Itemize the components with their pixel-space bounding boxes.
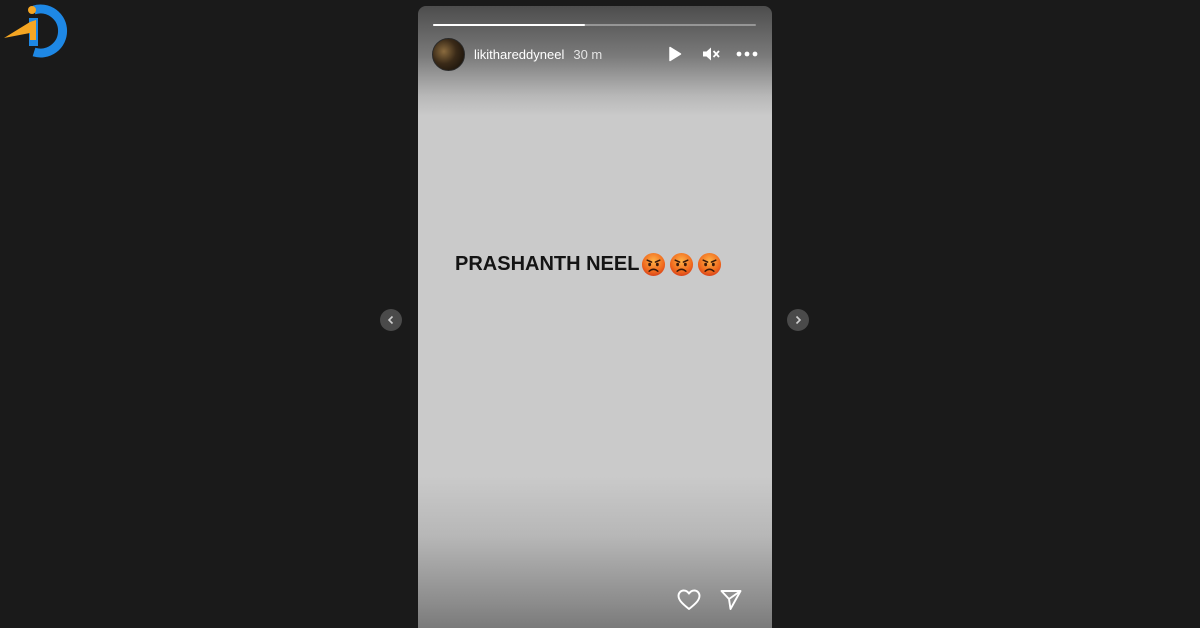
- like-button[interactable]: [676, 587, 702, 613]
- more-options-icon: [736, 51, 758, 57]
- story-footer: [676, 587, 744, 613]
- chevron-right-icon: [795, 315, 802, 325]
- chevron-left-icon: [387, 315, 394, 325]
- story-caption: PRASHANTH NEEL: [455, 252, 722, 277]
- username[interactable]: likithareddyneel: [474, 47, 564, 62]
- timestamp: 30 m: [573, 46, 603, 62]
- story-progress-bar: [433, 24, 756, 26]
- avatar[interactable]: [432, 37, 465, 71]
- brand-logo: [0, 0, 70, 60]
- angry-face-emoji: [698, 252, 722, 277]
- story-progress-fill: [433, 24, 585, 26]
- more-options-button[interactable]: [736, 43, 758, 65]
- angry-face-emoji: [642, 252, 666, 277]
- muted-speaker-icon: [703, 47, 720, 61]
- play-button[interactable]: [664, 43, 686, 65]
- send-icon: [720, 590, 742, 610]
- angry-face-emoji: [670, 252, 694, 277]
- story-viewer[interactable]: likithareddyneel 30 m PRASHANTH NEEL: [418, 6, 772, 628]
- id-brand-logo-icon: [4, 4, 68, 58]
- emoji-row: [641, 252, 722, 277]
- previous-story-button[interactable]: [380, 309, 402, 331]
- mute-button[interactable]: [700, 43, 722, 65]
- story-controls: [664, 43, 758, 65]
- story-header: likithareddyneel 30 m: [432, 37, 758, 71]
- next-story-button[interactable]: [787, 309, 809, 331]
- heart-icon: [677, 589, 701, 610]
- play-icon: [669, 46, 682, 62]
- caption-text: PRASHANTH NEEL: [455, 253, 640, 275]
- share-button[interactable]: [718, 587, 744, 613]
